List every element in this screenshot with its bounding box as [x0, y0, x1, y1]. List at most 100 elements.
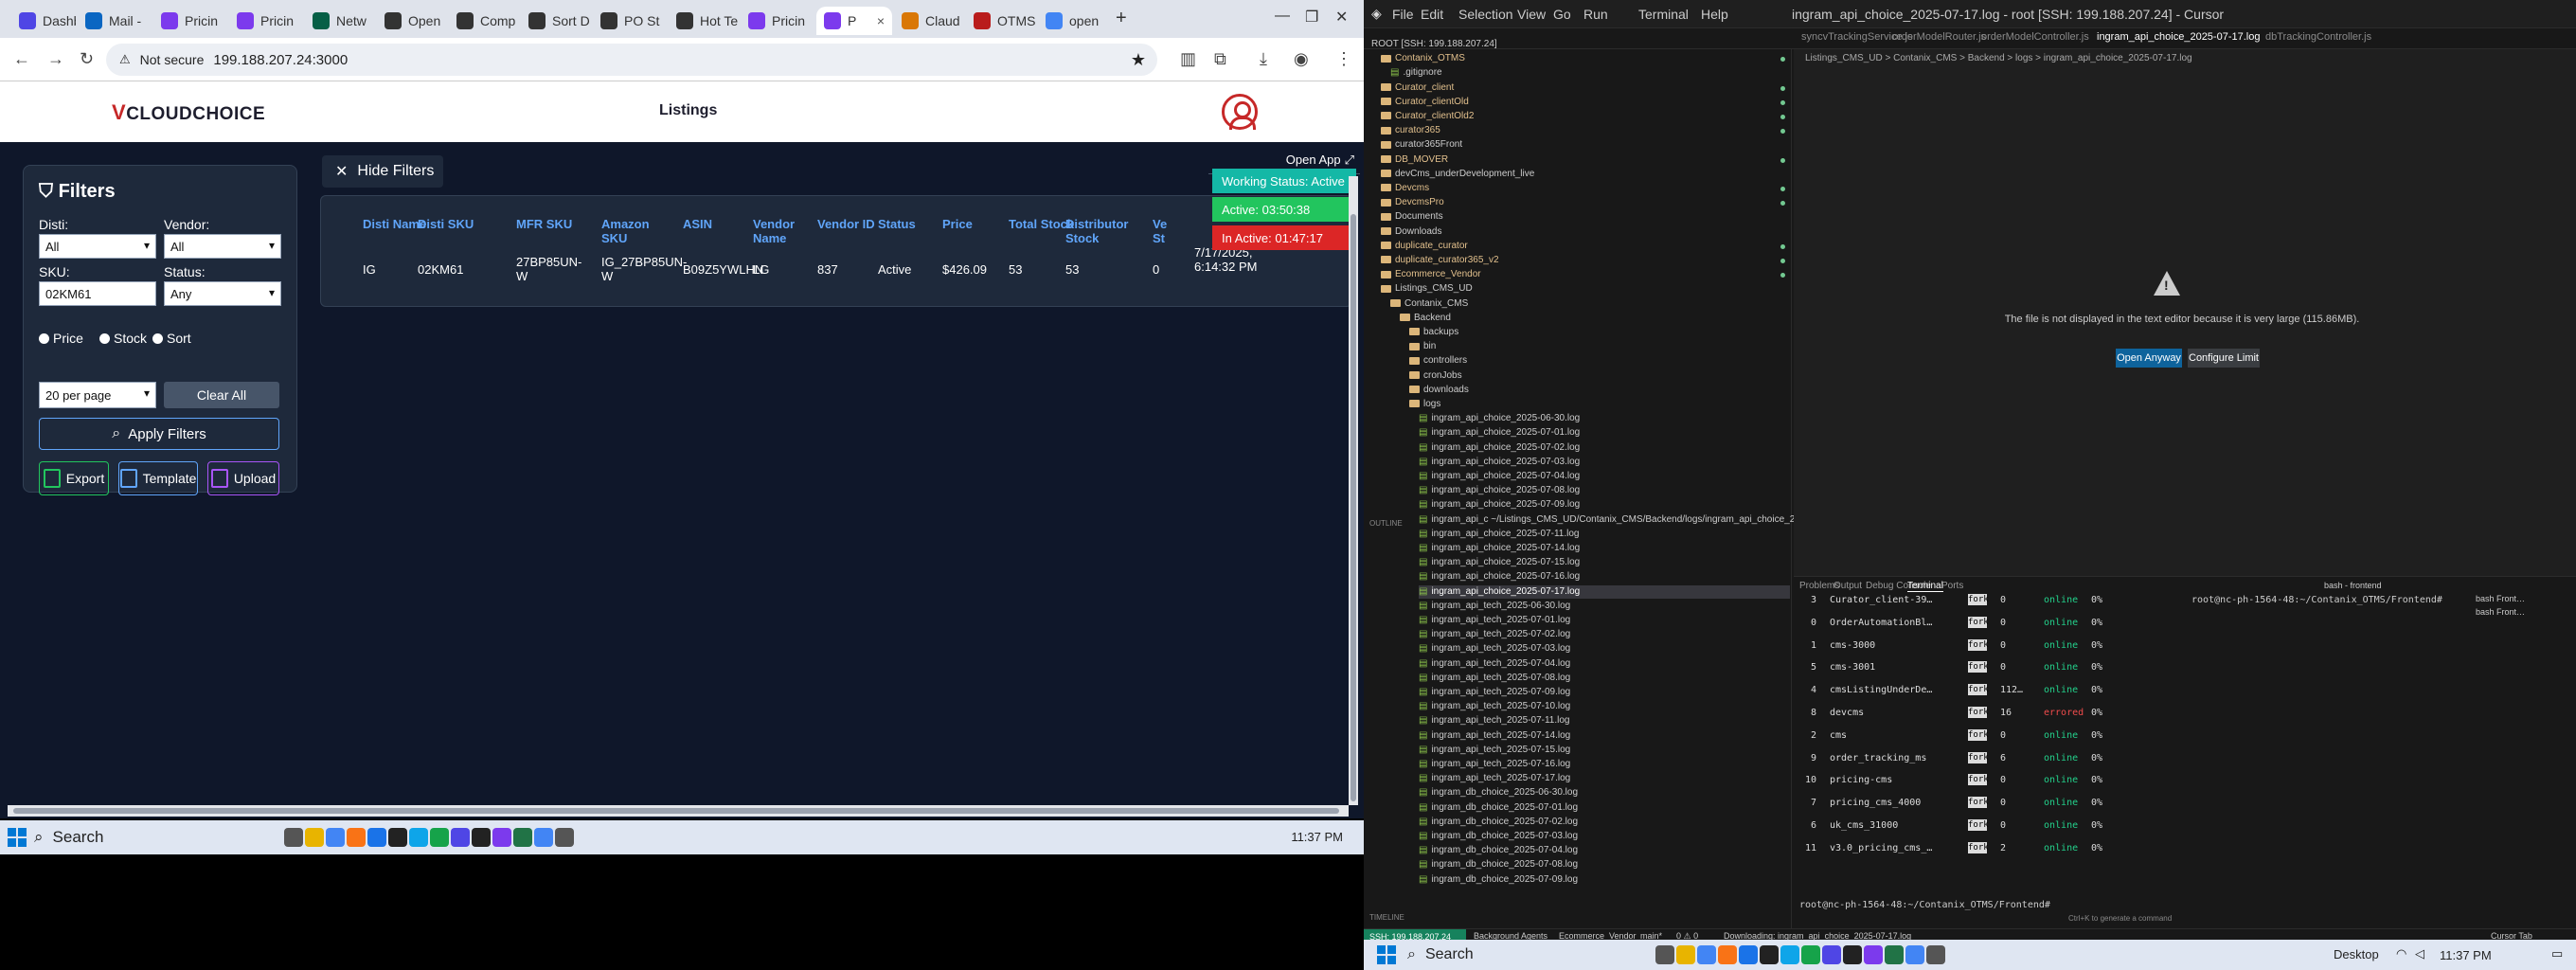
tree-folder[interactable]: Curator_clientOld2: [1381, 110, 1474, 123]
new-tab-button[interactable]: +: [1116, 8, 1127, 29]
hide-filters-button[interactable]: ✕ Hide Filters: [322, 155, 443, 188]
disti-select[interactable]: All: [39, 234, 156, 259]
edge-icon[interactable]: [1780, 945, 1799, 964]
tree-folder[interactable]: bin: [1409, 340, 1436, 353]
minimize-button[interactable]: —: [1275, 8, 1290, 25]
apply-filters-button[interactable]: ⌕ Apply Filters: [39, 418, 279, 450]
zoom-icon[interactable]: [367, 828, 386, 847]
excel-icon[interactable]: [513, 828, 532, 847]
tree-folder[interactable]: duplicate_curator: [1381, 240, 1468, 253]
tree-folder[interactable]: backups: [1409, 326, 1458, 339]
menu-item[interactable]: View: [1517, 7, 1546, 22]
browser-tab[interactable]: Pricin: [153, 7, 227, 35]
file-explorer-icon[interactable]: [305, 828, 324, 847]
download-icon[interactable]: ⤓: [1260, 49, 1267, 69]
terminal-list-item[interactable]: bash Front…: [2476, 594, 2525, 603]
back-button[interactable]: ←: [13, 49, 30, 69]
more-menu-icon[interactable]: ⋮: [1335, 49, 1352, 69]
template-button[interactable]: Template: [118, 461, 198, 495]
extension-icon[interactable]: ▥: [1180, 49, 1196, 69]
tree-file[interactable]: ▤ ingram_db_choice_2025-07-04.log: [1419, 844, 1578, 857]
tree-folder[interactable]: logs: [1409, 398, 1440, 411]
tree-file[interactable]: ▤ .gitignore: [1390, 66, 1442, 80]
brand-logo[interactable]: VCLOUDCHOICE: [112, 100, 265, 125]
task-view-icon[interactable]: [284, 828, 303, 847]
editor-tab[interactable]: ingram_api_choice_2025-07-17.log: [2097, 31, 2260, 43]
status-select[interactable]: Any: [164, 281, 281, 306]
user-account-icon[interactable]: [1222, 94, 1258, 130]
tree-folder[interactable]: DevcmsPro: [1381, 196, 1444, 209]
radio-sort[interactable]: Sort: [152, 331, 191, 346]
browser-tab[interactable]: Dashb: [11, 7, 76, 35]
app-icon[interactable]: [1760, 945, 1779, 964]
tree-file[interactable]: ▤ ingram_db_choice_2025-07-09.log: [1419, 873, 1578, 887]
tree-file[interactable]: ▤ ingram_api_choice_2025-07-09.log: [1419, 498, 1580, 512]
chrome-icon[interactable]: [326, 828, 345, 847]
scrollbar-thumb[interactable]: [1351, 214, 1356, 801]
configure-limit-button[interactable]: Configure Limit: [2188, 349, 2260, 368]
editor-tab[interactable]: orderModelRouter.js: [1892, 31, 1986, 43]
tree-file[interactable]: ▤ ingram_api_tech_2025-07-08.log: [1419, 672, 1570, 685]
tree-folder[interactable]: Downloads: [1381, 225, 1441, 239]
timeline-label[interactable]: TIMELINE: [1369, 913, 1404, 922]
profile-icon[interactable]: ◉: [1294, 49, 1309, 69]
reload-button[interactable]: ↻: [80, 49, 94, 69]
tree-file[interactable]: ▤ ingram_api_tech_2025-07-11.log: [1419, 714, 1569, 728]
address-bar[interactable]: ⚠ Not secure 199.188.207.24:3000 ★: [106, 44, 1157, 76]
terminal-icon[interactable]: [1843, 945, 1862, 964]
tree-folder[interactable]: Curator_clientOld: [1381, 96, 1469, 109]
onenote-icon[interactable]: [1864, 945, 1883, 964]
browser-tab[interactable]: Pricin: [741, 7, 814, 35]
vscode-icon[interactable]: [1801, 945, 1820, 964]
volume-icon[interactable]: ◁: [2415, 946, 2424, 961]
desktop-label[interactable]: Desktop: [2334, 947, 2379, 961]
taskbar-search[interactable]: ⌕ Search: [34, 824, 271, 851]
editor-tab[interactable]: dbTrackingController.js: [2265, 31, 2371, 43]
browser-tab[interactable]: Hot Te: [669, 7, 739, 35]
browser-tab[interactable]: OTMS: [966, 7, 1036, 35]
browser-tab[interactable]: Netw: [305, 7, 375, 35]
menu-item[interactable]: Run: [1583, 7, 1608, 22]
browser-tab[interactable]: open: [1038, 7, 1106, 35]
editor-tab[interactable]: orderModelController.js: [1981, 31, 2089, 43]
chrome-icon[interactable]: [1697, 945, 1716, 964]
terminal-icon[interactable]: [472, 828, 491, 847]
tab-close-icon[interactable]: ×: [877, 13, 885, 28]
tree-file[interactable]: ▤ ingram_api_tech_2025-07-14.log: [1419, 729, 1570, 743]
teams-icon[interactable]: [1822, 945, 1841, 964]
tree-file[interactable]: ▤ ingram_api_choice_2025-06-30.log: [1419, 412, 1580, 425]
tree-folder[interactable]: downloads: [1409, 384, 1469, 397]
tree-file[interactable]: ▤ ingram_api_tech_2025-07-09.log: [1419, 686, 1570, 699]
terminal-prompt-right[interactable]: root@nc-ph-1564-48:~/Contanix_OTMS/Front…: [2191, 594, 2442, 607]
tree-folder[interactable]: duplicate_curator365_v2: [1381, 254, 1499, 267]
browser-tab[interactable]: Open: [377, 7, 447, 35]
clear-all-button[interactable]: Clear All: [164, 382, 279, 408]
tree-folder[interactable]: Ecommerce_Vendor: [1381, 268, 1481, 281]
panel-tab[interactable]: Terminal: [1907, 581, 1943, 592]
tree-folder[interactable]: cronJobs: [1409, 369, 1462, 383]
forward-button[interactable]: →: [47, 49, 64, 69]
table-row[interactable]: IG 02KM61 27BP85UN-W IG_27BP85UN-W B09Z5YWLH…: [321, 196, 1351, 306]
radio-stock[interactable]: Stock: [99, 331, 147, 346]
tree-file[interactable]: ▤ ingram_api_choice_2025-07-03.log: [1419, 456, 1580, 469]
browser-tab[interactable]: Comp: [449, 7, 519, 35]
outline-label[interactable]: OUTLINE: [1369, 519, 1403, 528]
menu-item[interactable]: Go: [1553, 7, 1571, 22]
tree-file[interactable]: ▤ ingram_api_choice_2025-07-08.log: [1419, 484, 1580, 497]
taskbar-search[interactable]: ⌕ Search: [1407, 943, 1635, 966]
tree-file[interactable]: ▤ ingram_db_choice_2025-07-08.log: [1419, 858, 1578, 871]
panel-tab[interactable]: Ports: [1941, 581, 1963, 591]
tree-file[interactable]: ▤ ingram_api_choice_2025-07-02.log: [1419, 441, 1580, 455]
menu-item[interactable]: Selection: [1458, 7, 1513, 22]
menu-item[interactable]: Edit: [1421, 7, 1443, 22]
settings-icon[interactable]: [555, 828, 574, 847]
tree-file[interactable]: ▤ ingram_api_tech_2025-07-15.log: [1419, 744, 1570, 757]
tree-folder[interactable]: controllers: [1409, 354, 1467, 368]
maximize-button[interactable]: ❐: [1305, 8, 1318, 27]
tree-file[interactable]: ▤ ingram_db_choice_2025-06-30.log: [1419, 786, 1578, 799]
edge-icon[interactable]: [409, 828, 428, 847]
tree-folder[interactable]: Contanix_OTMS: [1381, 52, 1465, 65]
firefox-icon[interactable]: [1718, 945, 1737, 964]
vertical-scrollbar[interactable]: [1349, 176, 1358, 805]
chrome-icon[interactable]: [1905, 945, 1924, 964]
